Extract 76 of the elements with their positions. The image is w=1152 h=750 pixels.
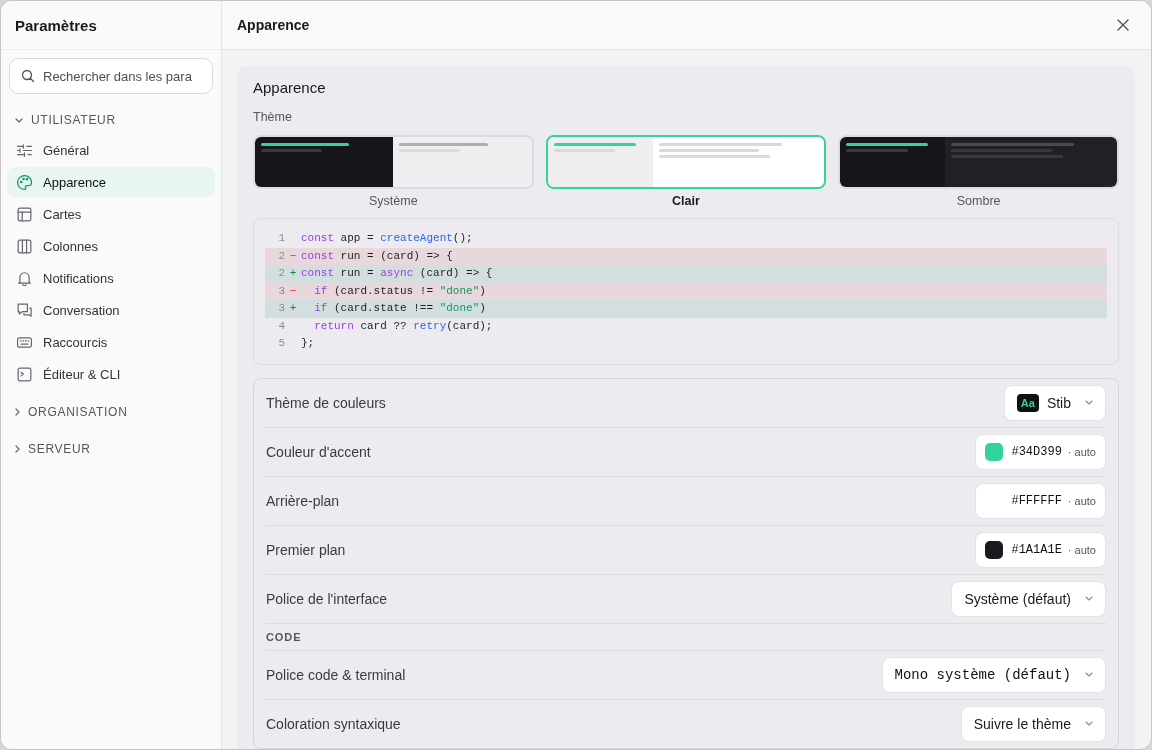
nav-item[interactable]: Conversation xyxy=(7,295,215,325)
search-icon xyxy=(21,69,35,83)
theme-option[interactable]: Sombre xyxy=(838,135,1119,209)
setting-label: Thème de couleurs xyxy=(266,394,386,411)
nav-item[interactable]: Éditeur & CLI xyxy=(7,359,215,389)
line-number: 3 xyxy=(277,301,285,316)
color-value: #34D399 xyxy=(1011,444,1062,459)
color-field[interactable]: #1A1A1E · auto xyxy=(975,531,1106,568)
nav-item[interactable]: Colonnes xyxy=(7,231,215,261)
setting-label: Arrière-plan xyxy=(266,492,340,509)
auto-label: · auto xyxy=(1067,543,1096,556)
theme-badge: Aa xyxy=(1016,393,1039,412)
auto-label: · auto xyxy=(1067,494,1096,507)
color-value: #1A1A1E xyxy=(1011,542,1062,557)
color-value: #FFFFFF xyxy=(1011,493,1062,508)
chevron-down-icon xyxy=(1085,596,1093,601)
page-title: Apparence xyxy=(237,17,310,33)
chevron-down-icon xyxy=(1085,400,1093,405)
sliders-icon xyxy=(17,142,32,158)
code-text: }; xyxy=(301,336,315,351)
section-title: Apparence xyxy=(253,78,327,98)
section-header[interactable]: SERVEUR xyxy=(7,435,91,463)
auto-label: · auto xyxy=(1067,445,1096,458)
code-text: if (card.state !== "done") xyxy=(313,301,486,316)
diff-sign: − xyxy=(289,283,297,299)
layout-icon xyxy=(17,206,32,222)
code-text: const run = (card) => { xyxy=(301,248,453,264)
palette-icon xyxy=(17,174,32,190)
nav-item[interactable]: Notifications xyxy=(7,263,215,293)
line-number: 5 xyxy=(277,336,285,351)
setting-label: Premier plan xyxy=(266,541,346,558)
search-field[interactable]: Rechercher dans les para xyxy=(9,58,213,94)
chevron-right-icon xyxy=(15,408,20,416)
columns-icon xyxy=(17,238,32,254)
theme-option[interactable]: Clair xyxy=(545,135,827,209)
sidebar-title: Paramètres xyxy=(15,16,97,34)
code-text: if (card.status != "done") xyxy=(313,283,486,299)
nav-item[interactable]: Apparence xyxy=(7,167,215,197)
setting-label: Police de l'interface xyxy=(266,590,387,607)
line-number: 2 xyxy=(277,248,285,264)
keyboard-icon xyxy=(17,334,32,350)
terminal-icon xyxy=(17,366,32,382)
chat-icon xyxy=(17,302,32,318)
select-field[interactable]: Suivre le thème xyxy=(960,705,1106,742)
line-number: 2 xyxy=(277,266,285,281)
select-field[interactable]: Aa Stib xyxy=(1003,384,1106,421)
chevron-down-icon xyxy=(15,117,23,123)
section-header[interactable]: ORGANISATION xyxy=(7,398,128,426)
setting-label: Police code & terminal xyxy=(266,666,406,683)
line-number: 1 xyxy=(277,231,285,246)
setting-label: Couleur d'accent xyxy=(266,443,371,460)
nav-item[interactable]: Général xyxy=(7,135,215,165)
code-text: const run = async (card) => { xyxy=(301,266,493,281)
nav-item[interactable]: Cartes xyxy=(7,199,215,229)
diff-sign: + xyxy=(289,301,297,316)
theme-option[interactable]: Système xyxy=(253,135,534,209)
group-heading: CODE xyxy=(266,630,302,643)
code-text: const app = createAgent(); xyxy=(301,231,473,246)
setting-label: Coloration syntaxique xyxy=(266,715,401,732)
diff-sign: − xyxy=(289,248,297,264)
line-number: 4 xyxy=(277,318,285,334)
chevron-down-icon xyxy=(1085,672,1093,677)
code-text: return card ?? retry(card); xyxy=(313,318,493,334)
close-icon[interactable] xyxy=(1117,19,1129,31)
color-field[interactable]: #34D399 · auto xyxy=(975,433,1106,470)
bell-icon xyxy=(17,270,32,286)
section-header[interactable]: UTILISATEUR xyxy=(7,106,116,134)
color-field[interactable]: #FFFFFF · auto xyxy=(975,482,1106,519)
field-label: Thème xyxy=(253,109,293,125)
nav-item[interactable]: Raccourcis xyxy=(7,327,215,357)
diff-sign: + xyxy=(289,266,297,281)
line-number: 3 xyxy=(277,283,285,299)
select-field[interactable]: Mono système (défaut) xyxy=(881,656,1106,693)
select-field[interactable]: Système (défaut) xyxy=(951,580,1106,617)
chevron-right-icon xyxy=(15,445,20,453)
chevron-down-icon xyxy=(1085,721,1093,726)
